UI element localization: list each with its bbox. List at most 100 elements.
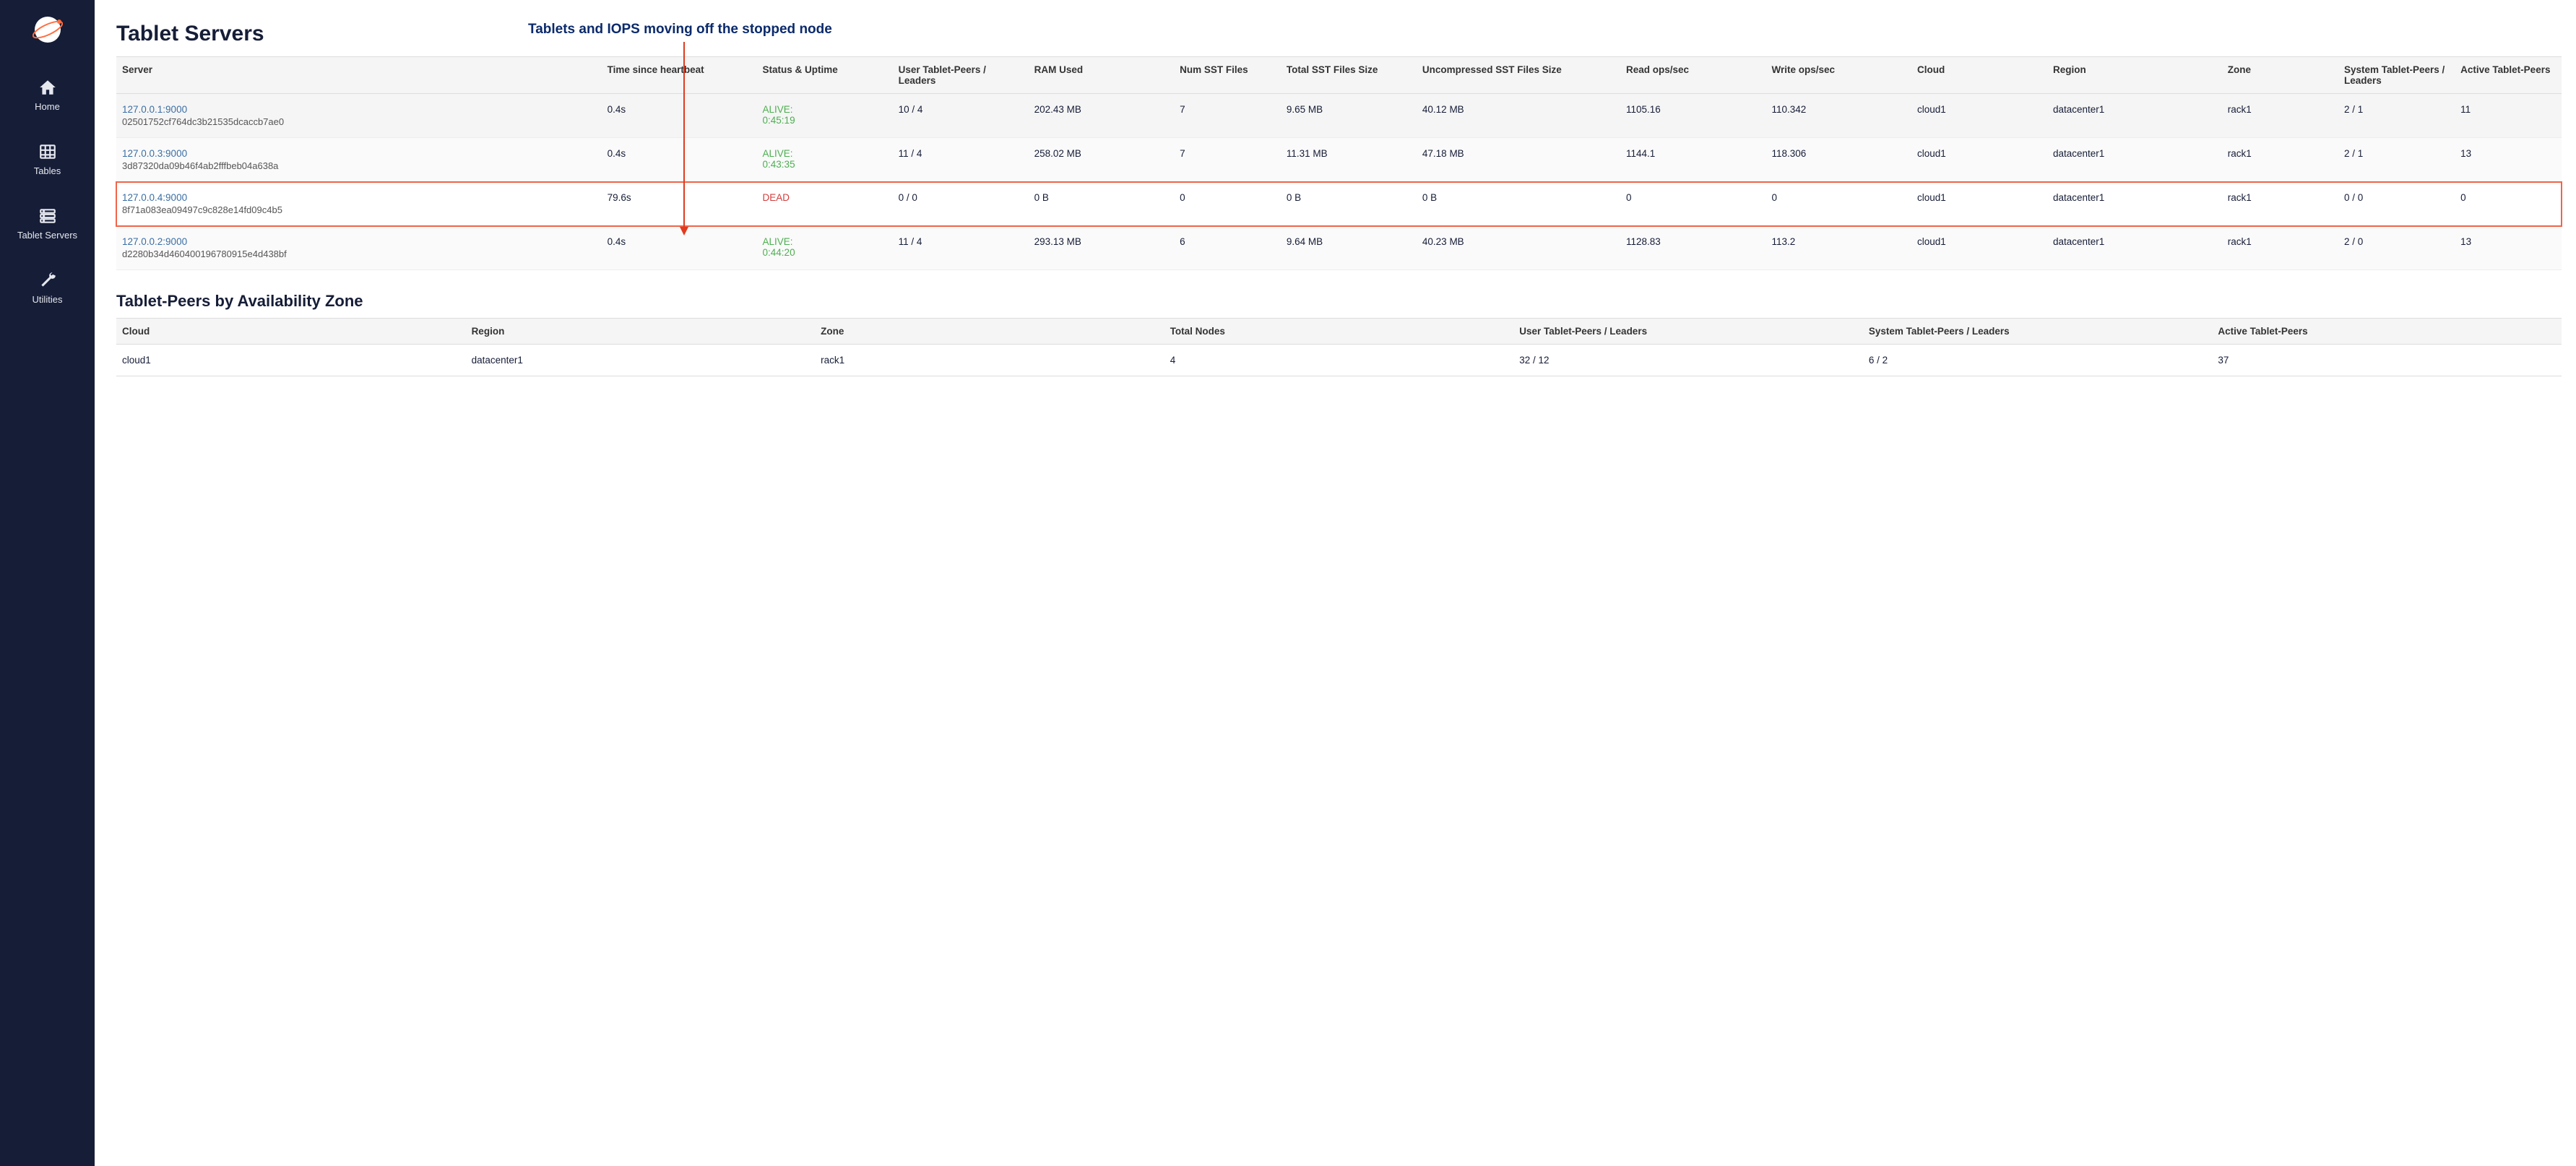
cell-sys-peers: 0 / 0 bbox=[2338, 182, 2455, 226]
th-server: Server bbox=[116, 57, 602, 94]
cell-sys-peers: 2 / 0 bbox=[2338, 226, 2455, 270]
th-active: Active Tablet-Peers bbox=[2212, 319, 2562, 345]
cell-cloud: cloud1 bbox=[1911, 182, 2047, 226]
th-region: Region bbox=[466, 319, 816, 345]
cell-sys-peers: 2 / 1 bbox=[2338, 94, 2455, 138]
server-link[interactable]: 127.0.0.3:9000 bbox=[122, 148, 187, 159]
th-active: Active Tablet-Peers bbox=[2455, 57, 2562, 94]
cell-num-sst: 7 bbox=[1174, 138, 1281, 182]
table-row: 127.0.0.3:9000 3d87320da09b46f4ab2fffbeb… bbox=[116, 138, 2562, 182]
cell-write: 0 bbox=[1765, 182, 1911, 226]
cell-uncomp: 0 B bbox=[1417, 182, 1620, 226]
nav-utilities[interactable]: Utilities bbox=[0, 267, 95, 309]
annotation-text: Tablets and IOPS moving off the stopped … bbox=[528, 22, 832, 38]
cell-cloud: cloud1 bbox=[116, 345, 466, 376]
cell-total-nodes: 4 bbox=[1164, 345, 1514, 376]
cell-num-sst: 6 bbox=[1174, 226, 1281, 270]
th-region: Region bbox=[2047, 57, 2222, 94]
logo-icon bbox=[33, 14, 63, 45]
nav-label: Home bbox=[35, 101, 60, 112]
cell-user-peers: 0 / 0 bbox=[893, 182, 1029, 226]
th-total-sst: Total SST Files Size bbox=[1281, 57, 1417, 94]
cell-num-sst: 0 bbox=[1174, 182, 1281, 226]
table-header-row: Cloud Region Zone Total Nodes User Table… bbox=[116, 319, 2562, 345]
cell-cloud: cloud1 bbox=[1911, 94, 2047, 138]
cell-zone: rack1 bbox=[2222, 138, 2338, 182]
cell-ram: 293.13 MB bbox=[1029, 226, 1174, 270]
cell-total-sst: 9.65 MB bbox=[1281, 94, 1417, 138]
th-user-peers: User Tablet-Peers / Leaders bbox=[893, 57, 1029, 94]
cell-read: 1144.1 bbox=[1620, 138, 1765, 182]
uptime: 0:43:35 bbox=[763, 159, 887, 170]
cell-active: 37 bbox=[2212, 345, 2562, 376]
table-row: 127.0.0.4:9000 8f71a083ea09497c9c828e14f… bbox=[116, 182, 2562, 226]
th-sys-peers: System Tablet-Peers / Leaders bbox=[2338, 57, 2455, 94]
cell-total-sst: 11.31 MB bbox=[1281, 138, 1417, 182]
cell-ram: 202.43 MB bbox=[1029, 94, 1174, 138]
cell-heartbeat: 0.4s bbox=[602, 226, 757, 270]
cell-ram: 0 B bbox=[1029, 182, 1174, 226]
cell-uncomp: 40.12 MB bbox=[1417, 94, 1620, 138]
cell-region: datacenter1 bbox=[466, 345, 816, 376]
cell-read: 1105.16 bbox=[1620, 94, 1765, 138]
server-link[interactable]: 127.0.0.2:9000 bbox=[122, 236, 187, 247]
status-badge: ALIVE: bbox=[763, 236, 793, 247]
th-status: Status & Uptime bbox=[757, 57, 893, 94]
cell-region: datacenter1 bbox=[2047, 138, 2222, 182]
cell-heartbeat: 0.4s bbox=[602, 138, 757, 182]
cell-user-peers: 10 / 4 bbox=[893, 94, 1029, 138]
nav-label: Tables bbox=[34, 165, 61, 176]
sidebar: Home Tables Tablet Servers Utilities bbox=[0, 0, 95, 1166]
nav-label: Utilities bbox=[33, 294, 63, 305]
th-cloud: Cloud bbox=[1911, 57, 2047, 94]
table-header-row: Server Time since heartbeat Status & Upt… bbox=[116, 57, 2562, 94]
cell-read: 0 bbox=[1620, 182, 1765, 226]
cell-total-sst: 9.64 MB bbox=[1281, 226, 1417, 270]
cell-zone: rack1 bbox=[2222, 182, 2338, 226]
status-badge: ALIVE: bbox=[763, 104, 793, 115]
nav-tables[interactable]: Tables bbox=[0, 138, 95, 181]
cell-total-sst: 0 B bbox=[1281, 182, 1417, 226]
uptime: 0:45:19 bbox=[763, 115, 887, 126]
nav-home[interactable]: Home bbox=[0, 74, 95, 116]
th-uncomp: Uncompressed SST Files Size bbox=[1417, 57, 1620, 94]
cell-user-peers: 32 / 12 bbox=[1513, 345, 1863, 376]
th-total-nodes: Total Nodes bbox=[1164, 319, 1514, 345]
cell-cloud: cloud1 bbox=[1911, 138, 2047, 182]
cell-sys-peers: 6 / 2 bbox=[1863, 345, 2213, 376]
cell-active: 0 bbox=[2455, 182, 2562, 226]
th-heartbeat: Time since heartbeat bbox=[602, 57, 757, 94]
th-ram: RAM Used bbox=[1029, 57, 1174, 94]
server-uuid: 02501752cf764dc3b21535dcaccb7ae0 bbox=[122, 116, 596, 127]
cell-heartbeat: 0.4s bbox=[602, 94, 757, 138]
table-row: cloud1 datacenter1 rack1 4 32 / 12 6 / 2… bbox=[116, 345, 2562, 376]
cell-heartbeat: 79.6s bbox=[602, 182, 757, 226]
cell-write: 110.342 bbox=[1765, 94, 1911, 138]
server-link[interactable]: 127.0.0.4:9000 bbox=[122, 192, 187, 203]
cell-sys-peers: 2 / 1 bbox=[2338, 138, 2455, 182]
th-num-sst: Num SST Files bbox=[1174, 57, 1281, 94]
server-uuid: 3d87320da09b46f4ab2fffbeb04a638a bbox=[122, 160, 596, 171]
cell-active: 11 bbox=[2455, 94, 2562, 138]
cell-num-sst: 7 bbox=[1174, 94, 1281, 138]
th-read: Read ops/sec bbox=[1620, 57, 1765, 94]
nav-label: Tablet Servers bbox=[17, 230, 77, 241]
cell-write: 118.306 bbox=[1765, 138, 1911, 182]
cell-region: datacenter1 bbox=[2047, 226, 2222, 270]
cell-active: 13 bbox=[2455, 138, 2562, 182]
uptime: 0:44:20 bbox=[763, 247, 887, 258]
status-badge: DEAD bbox=[763, 192, 790, 203]
server-link[interactable]: 127.0.0.1:9000 bbox=[122, 104, 187, 115]
cell-region: datacenter1 bbox=[2047, 182, 2222, 226]
cell-uncomp: 47.18 MB bbox=[1417, 138, 1620, 182]
th-user-peers: User Tablet-Peers / Leaders bbox=[1513, 319, 1863, 345]
cell-cloud: cloud1 bbox=[1911, 226, 2047, 270]
wrench-icon bbox=[38, 271, 57, 290]
cell-read: 1128.83 bbox=[1620, 226, 1765, 270]
th-zone: Zone bbox=[815, 319, 1164, 345]
nav-tablet-servers[interactable]: Tablet Servers bbox=[0, 202, 95, 245]
th-write: Write ops/sec bbox=[1765, 57, 1911, 94]
table-row: 127.0.0.1:9000 02501752cf764dc3b21535dca… bbox=[116, 94, 2562, 138]
th-zone: Zone bbox=[2222, 57, 2338, 94]
table-row: 127.0.0.2:9000 d2280b34d460400196780915e… bbox=[116, 226, 2562, 270]
